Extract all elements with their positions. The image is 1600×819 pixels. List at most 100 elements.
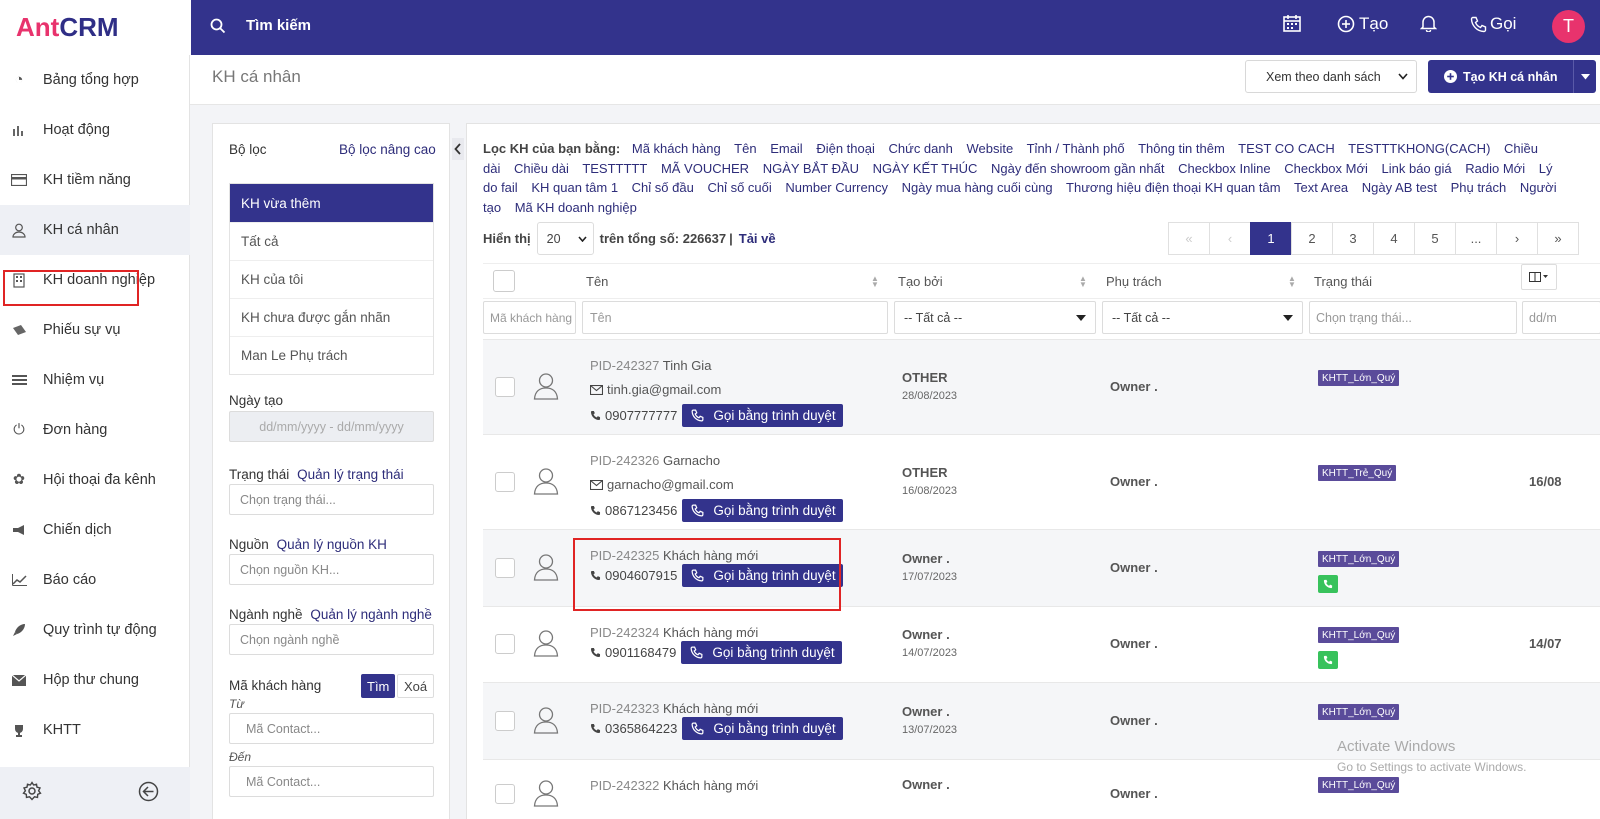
quick-filter-field[interactable]: Tỉnh / Thành phố xyxy=(1027,141,1125,156)
quick-filter-field[interactable]: Text Area xyxy=(1294,180,1348,195)
filter-list-item[interactable]: Tất cả xyxy=(230,222,433,260)
column-header-status[interactable]: Trạng thái xyxy=(1314,274,1372,289)
sidebar-item-individual-customers[interactable]: KH cá nhân xyxy=(0,205,190,255)
quick-filter-field[interactable]: Chỉ số đầu xyxy=(632,180,694,195)
code-clear-button[interactable]: Xoá xyxy=(397,674,435,698)
sidebar-item-leads[interactable]: KH tiềm năng xyxy=(0,155,190,205)
collapse-sidebar-icon[interactable] xyxy=(138,781,159,802)
page-button[interactable]: 4 xyxy=(1373,222,1415,255)
quick-filter-field[interactable]: Checkbox Inline xyxy=(1178,161,1271,176)
manage-source-link[interactable]: Quản lý nguồn KH xyxy=(277,537,387,552)
quick-filter-field[interactable]: Chiều dài xyxy=(514,161,569,176)
code-search-button[interactable]: Tìm xyxy=(361,674,396,698)
quick-filter-field[interactable]: NGÀY BẮT ĐẦU xyxy=(763,161,859,176)
sidebar-item-tasks[interactable]: Nhiệm vụ xyxy=(0,355,190,405)
customer-id-name[interactable]: PID-242326 Garnacho xyxy=(590,453,720,468)
create-button[interactable]: Tạo xyxy=(1337,14,1388,34)
collapse-filter-toggle[interactable] xyxy=(452,138,464,160)
bell-icon[interactable] xyxy=(1420,14,1437,32)
sidebar-item-khtt[interactable]: KHTT xyxy=(0,705,190,755)
customer-name[interactable]: Khách hàng mới xyxy=(663,625,758,640)
filter-list-item[interactable]: KH vừa thêm xyxy=(230,184,433,222)
quick-filter-field[interactable]: TEST CO CACH xyxy=(1238,141,1335,156)
advanced-filter-link[interactable]: Bộ lọc nâng cao xyxy=(339,142,436,157)
prev-page-button[interactable]: ‹ xyxy=(1209,222,1251,255)
app-logo[interactable]: Ant CRM xyxy=(0,0,191,55)
customer-name[interactable]: Tinh Gia xyxy=(663,358,712,373)
sidebar-item-orders[interactable]: ⏻ Đơn hàng xyxy=(0,405,190,455)
quick-filter-field[interactable]: Ngày AB test xyxy=(1362,180,1437,195)
customer-id-name[interactable]: PID-242323 Khách hàng mới xyxy=(590,701,758,716)
table-row[interactable]: PID-242327 Tinh Gia tinh.gia@gmail.com 090… xyxy=(483,339,1600,434)
row-checkbox[interactable] xyxy=(495,784,515,804)
call-browser-button[interactable]: Gọi bằng trình duyệt xyxy=(682,404,843,427)
column-settings-button[interactable] xyxy=(1521,264,1557,290)
quick-filter-field[interactable]: Mã KH doanh nghiệp xyxy=(515,200,637,215)
row-checkbox[interactable] xyxy=(495,634,515,654)
page-button[interactable]: 2 xyxy=(1291,222,1333,255)
sidebar-item-automation[interactable]: Quy trình tự động xyxy=(0,605,190,655)
quick-filter-field[interactable]: Tên xyxy=(734,141,756,156)
quick-filter-field[interactable]: Thương hiệu điện thoại KH quan tâm xyxy=(1066,180,1281,195)
last-page-button[interactable]: » xyxy=(1537,222,1579,255)
quick-filter-field[interactable]: Điện thoại xyxy=(816,141,875,156)
filter-owner-select[interactable]: -- Tất cả -- xyxy=(1102,301,1303,334)
row-checkbox[interactable] xyxy=(495,472,515,492)
view-mode-select[interactable]: Xem theo danh sách xyxy=(1245,60,1417,93)
quick-filter-field[interactable]: Chức danh xyxy=(889,141,953,156)
page-button[interactable]: 3 xyxy=(1332,222,1374,255)
page-ellipsis[interactable]: ... xyxy=(1455,222,1497,255)
customer-name[interactable]: Garnacho xyxy=(663,453,720,468)
filter-status-select[interactable]: Chọn trạng thái... xyxy=(1309,301,1517,334)
create-dropdown-toggle[interactable] xyxy=(1573,60,1596,93)
manage-status-link[interactable]: Quản lý trạng thái xyxy=(297,467,404,482)
filter-name-input[interactable]: Tên xyxy=(582,301,888,334)
sidebar-item-reports[interactable]: Báo cáo xyxy=(0,555,190,605)
page-size-select[interactable]: 20 xyxy=(536,222,594,255)
code-to-input[interactable]: Mã Contact... xyxy=(229,766,434,797)
sort-icon[interactable]: ▲ ▼ xyxy=(1288,275,1296,289)
sidebar-item-shared-inbox[interactable]: Hộp thư chung xyxy=(0,655,190,705)
call-browser-button[interactable]: Gọi bằng trình duyệt xyxy=(681,641,842,664)
call-browser-button[interactable]: Gọi bằng trình duyệt xyxy=(682,717,843,740)
quick-filter-field[interactable]: MÃ VOUCHER xyxy=(661,161,749,176)
manage-industry-link[interactable]: Quản lý ngành nghề xyxy=(310,607,432,622)
created-date-input[interactable]: dd/mm/yyyy - dd/mm/yyyy xyxy=(229,411,434,442)
quick-filter-field[interactable]: Email xyxy=(770,141,803,156)
download-link[interactable]: Tải về xyxy=(739,231,776,246)
page-button[interactable]: 5 xyxy=(1414,222,1456,255)
next-page-button[interactable]: › xyxy=(1496,222,1538,255)
quick-filter-field[interactable]: TESTTTKHONG(CACH) xyxy=(1348,141,1490,156)
quick-filter-field[interactable]: Website xyxy=(966,141,1013,156)
filter-code-input[interactable]: Mã khách hàng xyxy=(483,301,576,334)
call-button[interactable]: Gọi xyxy=(1470,14,1516,34)
quick-filter-field[interactable]: Thông tin thêm xyxy=(1138,141,1225,156)
quick-filter-field[interactable]: KH quan tâm 1 xyxy=(531,180,618,195)
code-from-input[interactable]: Mã Contact... xyxy=(229,713,434,744)
customer-name[interactable]: Khách hàng mới xyxy=(663,778,758,793)
quick-filter-field[interactable]: TESTTTTT xyxy=(582,161,647,176)
status-select[interactable]: Chọn trạng thái... xyxy=(229,484,434,515)
call-browser-button[interactable]: Gọi bằng trình duyệt xyxy=(682,499,843,522)
column-header-created-by[interactable]: Tạo bởi xyxy=(898,274,943,289)
sidebar-item-omnichannel[interactable]: ✿ Hội thoại đa kênh xyxy=(0,455,190,505)
filter-list-item[interactable]: KH chưa được gắn nhãn xyxy=(230,298,433,336)
gear-icon[interactable] xyxy=(22,781,42,801)
sort-icon[interactable]: ▲ ▼ xyxy=(871,275,879,289)
create-individual-customer-button[interactable]: Tạo KH cá nhân xyxy=(1428,60,1596,93)
filter-date-input[interactable]: dd/m xyxy=(1522,301,1600,334)
customer-name[interactable]: Khách hàng mới xyxy=(663,701,758,716)
calendar-icon[interactable] xyxy=(1283,14,1301,32)
industry-select[interactable]: Chọn ngành nghề xyxy=(229,624,434,655)
filter-list-item[interactable]: Man Le Phụ trách xyxy=(230,336,433,374)
quick-filter-field[interactable]: Ngày mua hàng cuối cùng xyxy=(902,180,1053,195)
sidebar-item-campaigns[interactable]: Chiến dịch xyxy=(0,505,190,555)
quick-filter-field[interactable]: Mã khách hàng xyxy=(632,141,721,156)
filter-list-item[interactable]: KH của tôi xyxy=(230,260,433,298)
source-select[interactable]: Chọn nguồn KH... xyxy=(229,554,434,585)
quick-filter-field[interactable]: Ngày đến showroom gần nhất xyxy=(991,161,1164,176)
filter-created-by-select[interactable]: -- Tất cả -- xyxy=(894,301,1096,334)
quick-filter-field[interactable]: Checkbox Mới xyxy=(1284,161,1368,176)
customer-id-name[interactable]: PID-242327 Tinh Gia xyxy=(590,358,711,373)
quick-filter-field[interactable]: Radio Mới xyxy=(1465,161,1525,176)
